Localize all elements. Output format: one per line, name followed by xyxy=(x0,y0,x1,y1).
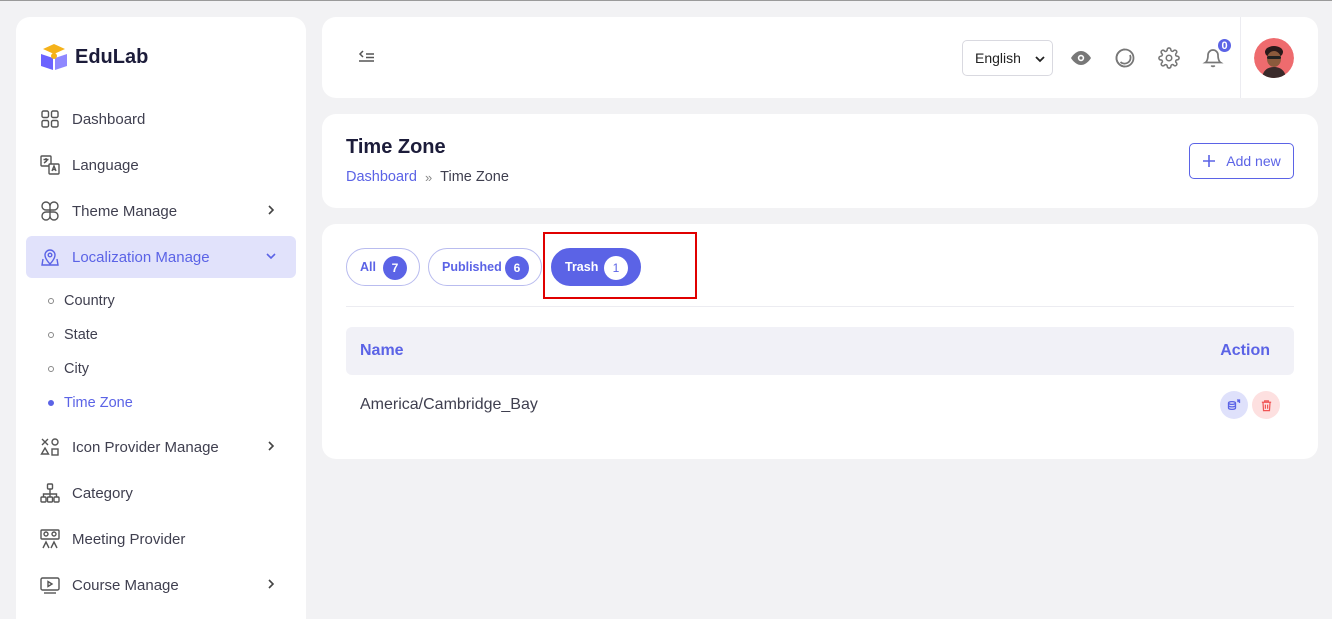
breadcrumb-home-link[interactable]: Dashboard xyxy=(346,169,417,185)
sidebar-item-label: Theme Manage xyxy=(72,202,178,220)
submenu-label: State xyxy=(64,327,98,343)
add-new-label: Add new xyxy=(1226,153,1281,169)
tab-count-badge: 7 xyxy=(383,256,407,280)
delete-button[interactable] xyxy=(1252,391,1280,419)
sidebar-item-dashboard[interactable]: Dashboard xyxy=(26,98,296,140)
add-new-button[interactable]: Add new xyxy=(1189,143,1294,179)
sidebar-item-label: Meeting Provider xyxy=(72,530,186,548)
brand-logo[interactable]: EduLab xyxy=(39,42,148,72)
map-pin-icon xyxy=(40,247,60,267)
chevron-down-icon xyxy=(1035,56,1045,63)
breadcrumb-current: Time Zone xyxy=(440,169,509,185)
submenu-label: City xyxy=(64,361,89,377)
restore-button[interactable] xyxy=(1220,391,1248,419)
column-header-action: Action xyxy=(1220,342,1270,359)
language-select[interactable]: English xyxy=(962,40,1053,76)
restore-icon xyxy=(1227,399,1241,411)
bullet-icon xyxy=(48,366,54,372)
tab-count-badge: 6 xyxy=(505,256,529,280)
hierarchy-icon xyxy=(40,483,60,503)
sidebar-item-meeting-provider[interactable]: Meeting Provider xyxy=(26,518,296,560)
bullet-icon xyxy=(48,332,54,338)
brand-name: EduLab xyxy=(75,45,149,68)
shapes-icon xyxy=(40,437,60,457)
submenu-label: Country xyxy=(64,293,115,309)
content-card: All 7 Published 6 Trash 1 Name Action Am… xyxy=(322,224,1318,459)
edulab-logo-icon xyxy=(41,44,67,70)
tab-all[interactable]: All 7 xyxy=(346,248,420,286)
highlight-box xyxy=(543,232,697,299)
column-header-name: Name xyxy=(360,342,404,359)
sidebar-item-label: Localization Manage xyxy=(72,248,210,266)
sidebar-item-label: Icon Provider Manage xyxy=(72,438,219,456)
bullet-icon xyxy=(48,298,54,304)
tab-published[interactable]: Published 6 xyxy=(428,248,542,286)
grid-icon xyxy=(40,109,60,129)
sidebar-item-label: Dashboard xyxy=(72,110,146,128)
table-cell-name: America/Cambridge_Bay xyxy=(360,396,538,413)
video-icon xyxy=(40,575,60,595)
flower-icon xyxy=(40,201,60,221)
submenu-item-state[interactable]: State xyxy=(48,323,98,347)
chevron-right-icon xyxy=(268,441,275,451)
topbar-divider xyxy=(1240,17,1241,98)
submenu-item-time-zone[interactable]: Time Zone xyxy=(48,391,133,415)
sidebar-item-course-manage[interactable]: Course Manage xyxy=(26,564,296,606)
divider xyxy=(346,306,1294,307)
sidebar-item-localization-manage[interactable]: Localization Manage xyxy=(26,236,296,278)
theme-toggle-icon[interactable] xyxy=(1114,47,1136,69)
chevron-right-icon xyxy=(268,579,275,589)
page-title: Time Zone xyxy=(346,136,446,158)
sidebar-item-label: Language xyxy=(72,156,139,174)
sidebar-item-icon-provider-manage[interactable]: Icon Provider Manage xyxy=(26,426,296,468)
tab-label: Published xyxy=(442,260,502,274)
table-header: Name Action xyxy=(346,327,1294,375)
submenu-item-country[interactable]: Country xyxy=(48,289,115,313)
sidebar-item-label: Course Manage xyxy=(72,576,179,594)
breadcrumb-separator-icon: » xyxy=(424,169,433,185)
sidebar-item-category[interactable]: Category xyxy=(26,472,296,514)
chevron-down-icon xyxy=(266,253,276,260)
avatar-image-icon xyxy=(1254,38,1294,78)
collapse-sidebar-icon[interactable] xyxy=(356,47,376,67)
notification-count-badge: 0 xyxy=(1216,37,1233,54)
bullet-icon xyxy=(48,400,54,406)
eye-icon[interactable] xyxy=(1070,47,1092,69)
submenu-item-city[interactable]: City xyxy=(48,357,89,381)
sidebar: EduLab Dashboard Language Theme Manage L… xyxy=(16,17,306,619)
chevron-right-icon xyxy=(268,205,275,215)
submenu-label: Time Zone xyxy=(64,395,133,411)
tab-label: All xyxy=(360,260,376,274)
page-header-card: Time Zone Dashboard » Time Zone Add new xyxy=(322,114,1318,208)
language-select-value: English xyxy=(975,50,1021,66)
topbar: English 0 xyxy=(322,17,1318,98)
translate-icon xyxy=(40,155,60,175)
people-icon xyxy=(40,529,60,549)
settings-gear-icon[interactable] xyxy=(1158,47,1180,69)
sidebar-item-language[interactable]: Language xyxy=(26,144,296,186)
user-avatar[interactable] xyxy=(1254,38,1294,78)
sidebar-item-label: Category xyxy=(72,484,133,502)
breadcrumb: Dashboard » Time Zone xyxy=(346,169,509,185)
plus-icon xyxy=(1203,155,1216,167)
sidebar-item-theme-manage[interactable]: Theme Manage xyxy=(26,190,296,232)
trash-icon xyxy=(1261,399,1271,411)
